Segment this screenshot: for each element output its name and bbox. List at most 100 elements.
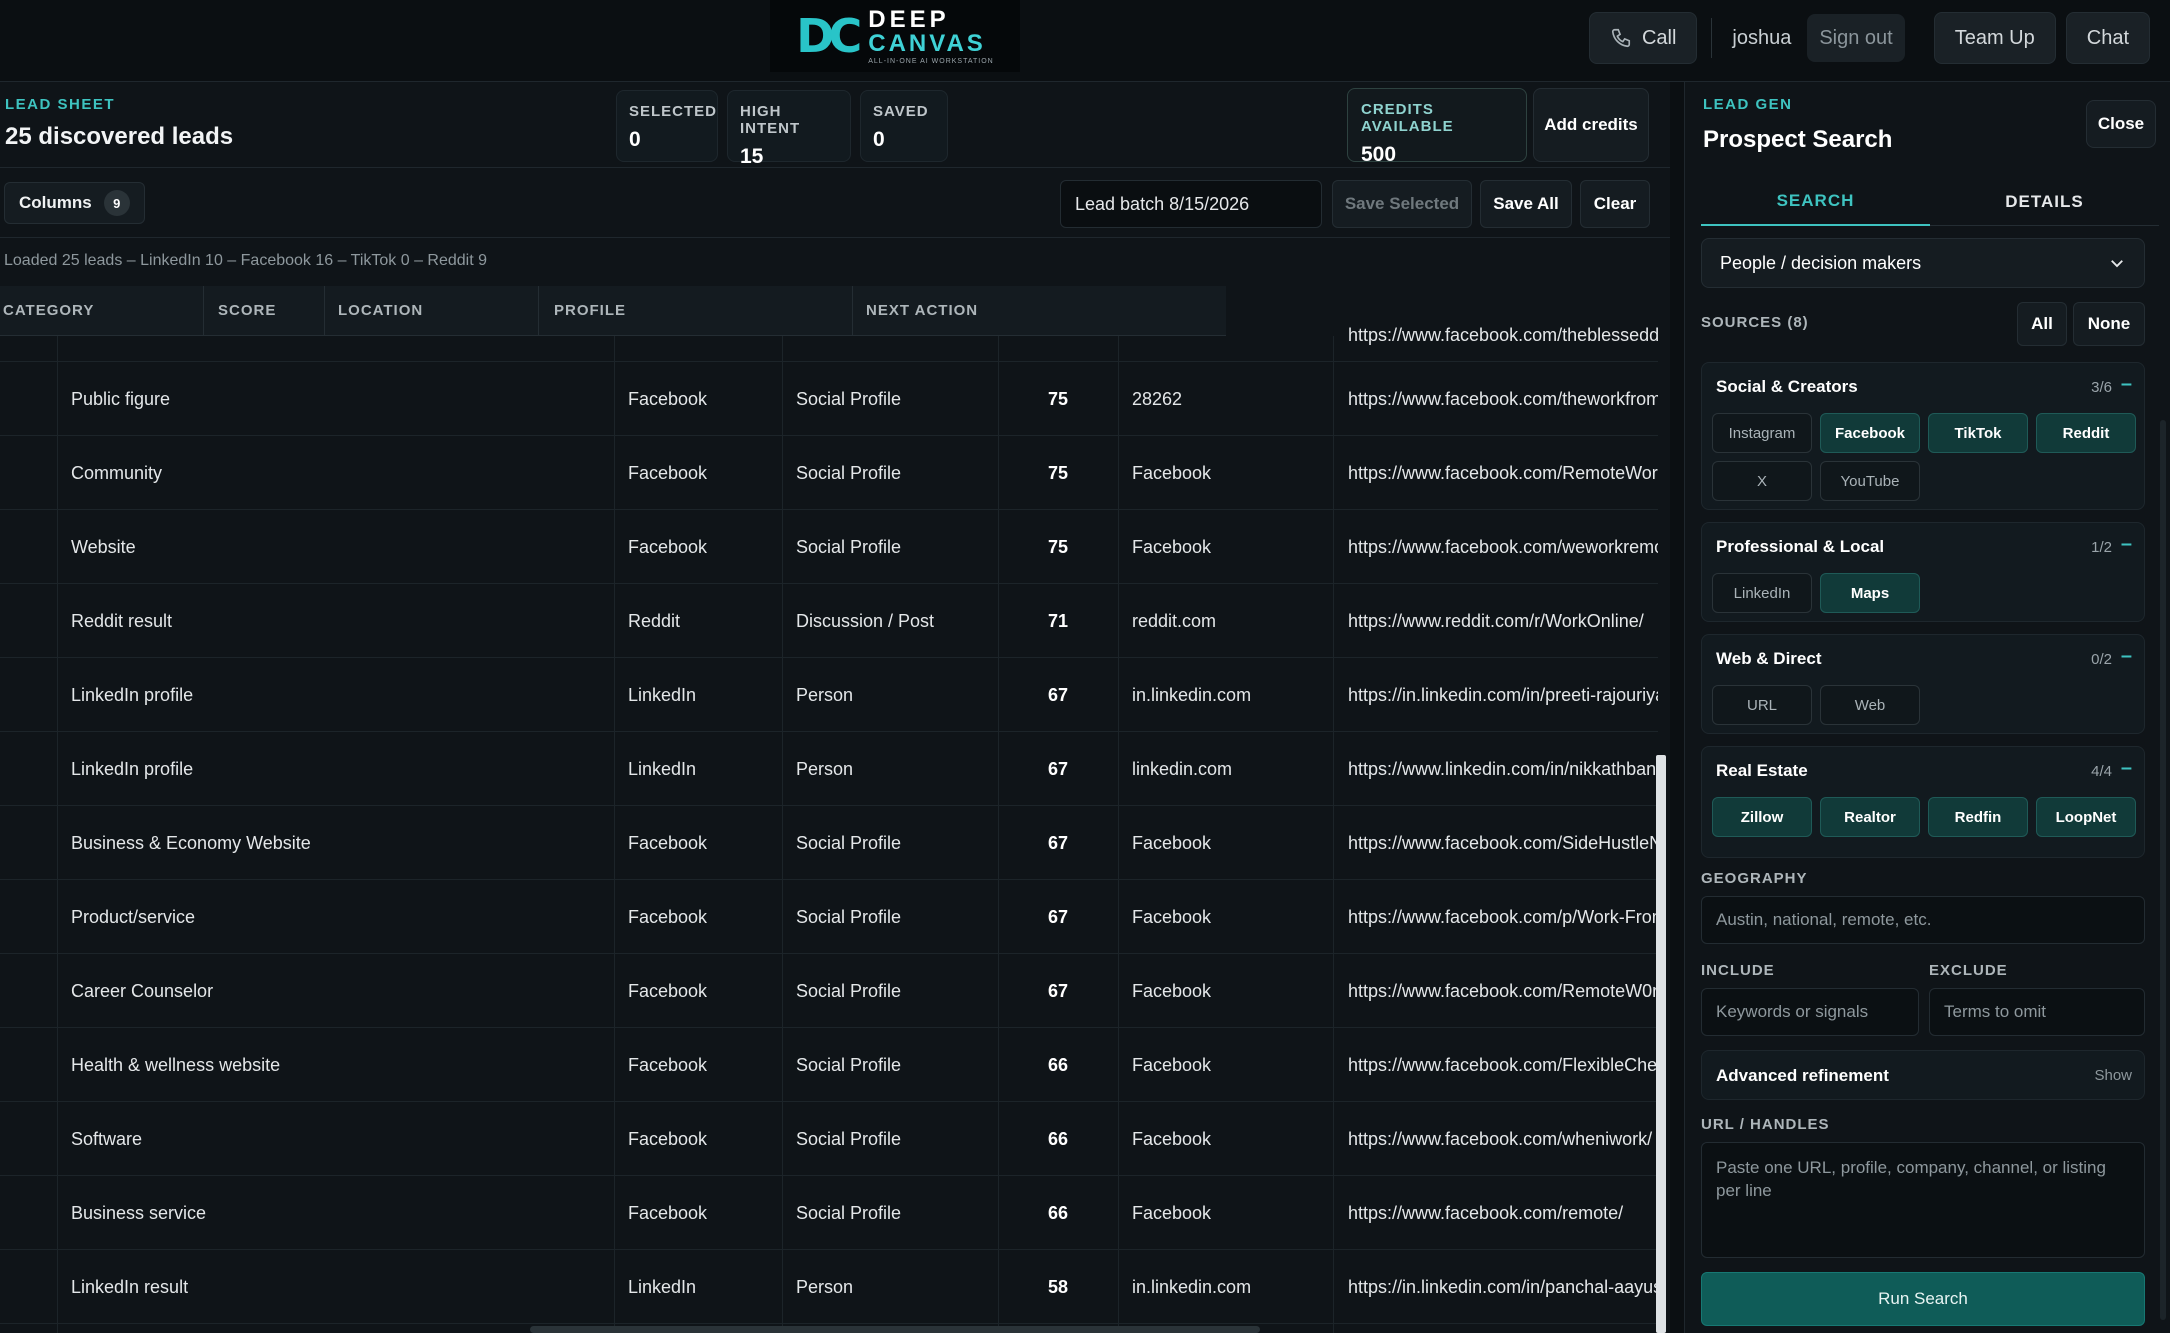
row-url[interactable]: https://www.facebook.com/weworkremot — [1348, 510, 1658, 584]
loaded-summary: Loaded 25 leads – LinkedIn 10 – Facebook… — [4, 252, 488, 269]
panel-divider[interactable] — [1670, 82, 1684, 1333]
header-score[interactable]: SCORE — [218, 302, 276, 319]
target-select[interactable]: People / decision makers — [1701, 238, 2145, 288]
source-chip[interactable]: Instagram — [1712, 413, 1812, 453]
row-url[interactable]: https://www.facebook.com/wheniwork/ — [1348, 1102, 1658, 1176]
header-category[interactable]: CATEGORY — [3, 302, 94, 319]
source-chip[interactable]: Reddit — [2036, 413, 2136, 453]
row-score: 67 — [1047, 832, 1069, 853]
row-url[interactable]: https://in.linkedin.com/in/preeti-rajour… — [1348, 658, 1658, 732]
call-button[interactable]: Call — [1588, 12, 1698, 64]
source-chip[interactable]: LoopNet — [2036, 797, 2136, 837]
source-chip[interactable]: Web — [1820, 685, 1920, 725]
row-score: 66 — [1047, 1054, 1069, 1075]
close-panel-button[interactable]: Close — [2086, 100, 2156, 148]
row-url[interactable]: https://www.facebook.com/theblessedddri — [1348, 286, 1658, 360]
source-chip[interactable]: YouTube — [1820, 461, 1920, 501]
row-source: Facebook — [628, 536, 708, 557]
table-row[interactable]: Software Facebook Social Profile 66 Facebook… — [0, 1102, 1658, 1176]
table-row[interactable]: Business service Facebook Social Profile 66… — [0, 1176, 1658, 1250]
row-type: Social Profile — [796, 536, 902, 557]
add-credits-button[interactable]: Add credits — [1533, 88, 1649, 162]
select-all-sources-button[interactable]: All — [2017, 302, 2067, 346]
geography-input[interactable]: Austin, national, remote, etc. — [1701, 896, 2145, 944]
table-row[interactable]: Career Counselor Facebook Social Profile 67… — [0, 954, 1658, 1028]
row-type: Social Profile — [796, 906, 902, 927]
header-next-action[interactable]: NEXT ACTION — [866, 302, 978, 319]
row-url[interactable]: https://www.facebook.com/remote/ — [1348, 1176, 1658, 1250]
row-source: LinkedIn — [628, 758, 697, 779]
row-category: Business service — [71, 1202, 207, 1223]
horizontal-scrollbar[interactable] — [530, 1326, 1260, 1333]
url-handles-label: URL / HANDLES — [1701, 1116, 1830, 1133]
table-row[interactable]: Community Facebook Social Profile 75 Faceboo… — [0, 436, 1658, 510]
source-chip[interactable]: Zillow — [1712, 797, 1812, 837]
table-row[interactable]: Product/service Facebook Social Profile 67 F… — [0, 880, 1658, 954]
row-url[interactable]: https://www.reddit.com/r/WorkOnline/ — [1348, 584, 1658, 658]
row-url[interactable]: https://www.facebook.com/SideHustleNa — [1348, 806, 1658, 880]
source-chip[interactable]: LinkedIn — [1712, 573, 1812, 613]
chat-button[interactable]: Chat — [2065, 12, 2150, 64]
source-group-title: Social & Creators — [1716, 377, 1858, 396]
team-up-button[interactable]: Team Up — [1933, 12, 2056, 64]
collapse-icon[interactable]: – — [2121, 757, 2132, 780]
source-chip[interactable]: Realtor — [1820, 797, 1920, 837]
row-type: Social Profile — [796, 1128, 902, 1149]
row-url[interactable]: https://www.facebook.com/theworkfromh — [1348, 362, 1658, 436]
source-chip[interactable]: Facebook — [1820, 413, 1920, 453]
table-row[interactable]: Reddit result Reddit Discussion / Post 71 re… — [0, 584, 1658, 658]
save-selected-button[interactable]: Save Selected — [1332, 180, 1472, 228]
table-row[interactable]: Business & Economy Website Facebook Social… — [0, 806, 1658, 880]
header-location[interactable]: LOCATION — [338, 302, 423, 319]
table-row[interactable]: LinkedIn profile LinkedIn Person 67 linkedin… — [0, 732, 1658, 806]
sign-out-button[interactable]: Sign out — [1807, 14, 1905, 62]
row-url[interactable]: https://www.facebook.com/p/Work-From — [1348, 880, 1658, 954]
clear-button[interactable]: Clear — [1580, 180, 1650, 228]
table-row[interactable]: LinkedIn result LinkedIn Person 58 in.linked… — [0, 1250, 1658, 1324]
row-type: Person — [796, 758, 854, 779]
row-category: Product/service — [71, 906, 196, 927]
advanced-show-link[interactable]: Show — [2094, 1067, 2132, 1084]
source-group: Professional & Local 1/2– LinkedIn Maps — [1701, 522, 2145, 622]
table-row[interactable]: Public figure Facebook Social Profile 75 282… — [0, 362, 1658, 436]
columns-label: Columns — [19, 193, 92, 212]
collapse-icon[interactable]: – — [2121, 373, 2132, 396]
row-host: in.linkedin.com — [1132, 684, 1252, 705]
source-chip[interactable]: URL — [1712, 685, 1812, 725]
row-url[interactable]: https://www.facebook.com/RemoteW0rkE — [1348, 954, 1658, 1028]
table-row[interactable]: LinkedIn profile LinkedIn Person 67 in.linke… — [0, 658, 1658, 732]
table-row[interactable]: Website Facebook Social Profile 75 Facebook h… — [0, 510, 1658, 584]
tab-search[interactable]: SEARCH — [1701, 178, 1930, 226]
row-url[interactable]: https://www.facebook.com/RemoteWorke — [1348, 436, 1658, 510]
source-group-title: Web & Direct — [1716, 649, 1822, 668]
run-search-button[interactable]: Run Search — [1701, 1272, 2145, 1326]
source-chip[interactable]: Maps — [1820, 573, 1920, 613]
header-profile[interactable]: PROFILE — [554, 302, 626, 319]
source-group-count: 4/4 — [2091, 763, 2112, 780]
batch-name-input[interactable]: Lead batch 8/15/2026 — [1060, 180, 1322, 228]
advanced-refinement-toggle[interactable]: Advanced refinement Show — [1701, 1050, 2145, 1100]
table-header: CATEGORY SCORE LOCATION PROFILE NEXT ACT… — [0, 286, 1226, 336]
row-url[interactable]: https://in.linkedin.com/in/panchal-aayus… — [1348, 1250, 1658, 1324]
vertical-scrollbar[interactable] — [1656, 755, 1666, 1333]
source-chip[interactable]: X — [1712, 461, 1812, 501]
collapse-icon[interactable]: – — [2121, 533, 2132, 556]
select-none-sources-button[interactable]: None — [2073, 302, 2145, 346]
save-all-button[interactable]: Save All — [1480, 180, 1572, 228]
panel-scrollbar[interactable] — [2160, 420, 2166, 1320]
collapse-icon[interactable]: – — [2121, 645, 2132, 668]
include-input[interactable]: Keywords or signals — [1701, 988, 1919, 1036]
url-handles-textarea[interactable]: Paste one URL, profile, company, channel… — [1701, 1142, 2145, 1258]
tab-details[interactable]: DETAILS — [1930, 178, 2159, 226]
source-chip[interactable]: Redfin — [1928, 797, 2028, 837]
row-url[interactable]: https://www.facebook.com/FlexibleChef/ — [1348, 1028, 1658, 1102]
panel-eyebrow: LEAD GEN — [1703, 96, 1793, 113]
app-logo[interactable]: DC DEEP CANVAS ALL-IN-ONE AI WORKSTATION — [770, 0, 1020, 72]
source-chip[interactable]: TikTok — [1928, 413, 2028, 453]
columns-button[interactable]: Columns 9 — [4, 182, 145, 224]
row-url[interactable]: https://www.linkedin.com/in/nikkathbanu — [1348, 732, 1658, 806]
table-row[interactable]: Health & wellness website Facebook Social … — [0, 1028, 1658, 1102]
exclude-input[interactable]: Terms to omit — [1929, 988, 2145, 1036]
source-group-count: 1/2 — [2091, 539, 2112, 556]
row-source: LinkedIn — [628, 1276, 697, 1297]
